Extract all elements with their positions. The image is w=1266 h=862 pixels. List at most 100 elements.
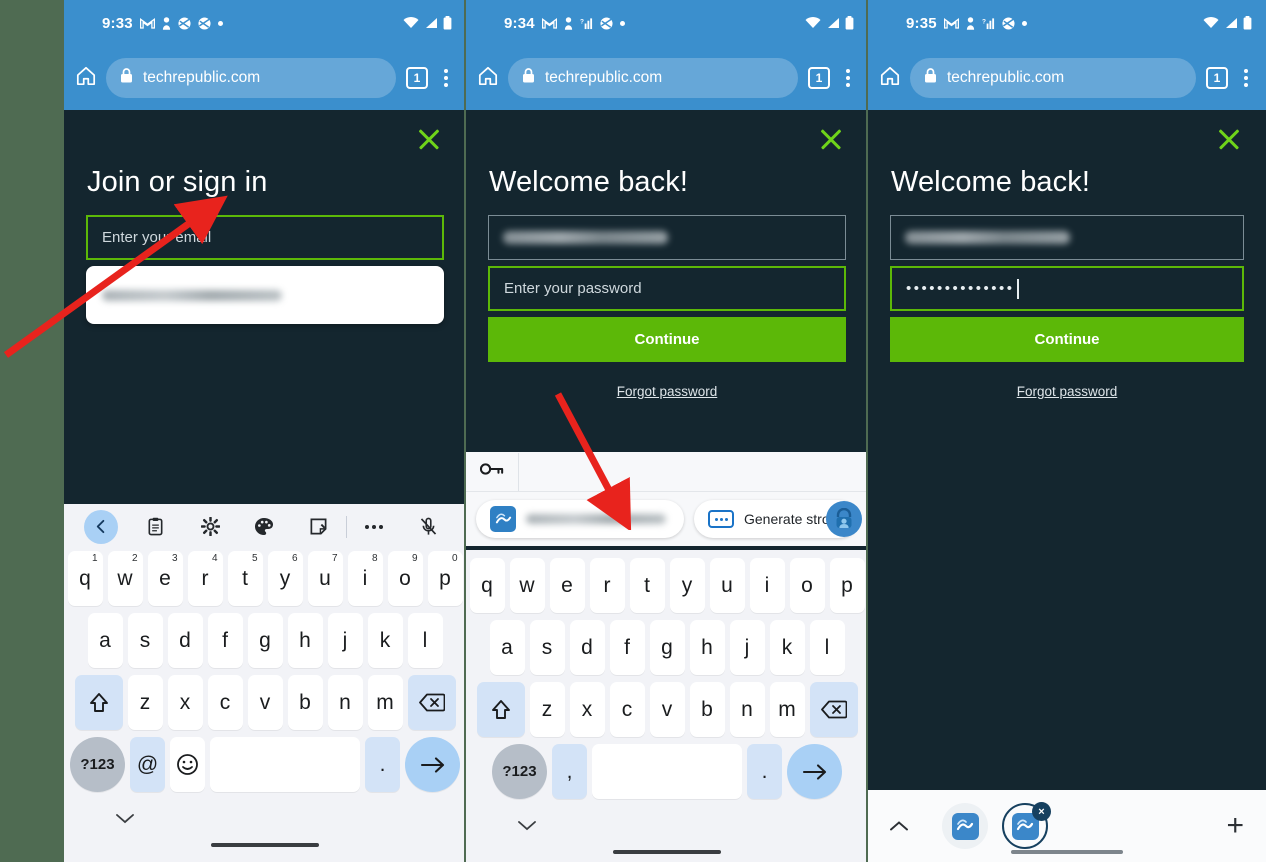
key-@[interactable]: @ [130,737,165,792]
close-icon[interactable] [816,124,846,154]
key-f[interactable]: f [609,620,645,675]
keyboard-back-button[interactable] [74,509,128,544]
key-z[interactable]: z [127,675,163,730]
email-input[interactable] [488,215,846,260]
key-o[interactable]: o [789,558,825,613]
key-e[interactable]: e [549,558,585,613]
key-b[interactable]: b [689,682,725,737]
key-x[interactable]: x [569,682,605,737]
key-i[interactable]: i [749,558,785,613]
key-j[interactable]: j [729,620,765,675]
key-u[interactable]: u [709,558,745,613]
key-z[interactable]: z [529,682,565,737]
key-l[interactable]: l [407,613,443,668]
home-icon[interactable] [76,66,96,91]
key-[interactable] [210,737,360,792]
password-app-shortcut-2-selected[interactable]: × [1002,802,1051,849]
key-n[interactable]: n [729,682,765,737]
key-[interactable] [592,744,742,799]
key-p[interactable]: p0 [427,551,463,606]
key-h[interactable]: h [689,620,725,675]
enter-key[interactable] [405,737,460,792]
key-p[interactable]: p [829,558,865,613]
address-bar[interactable]: techrepublic.com [910,58,1196,98]
remove-app-badge-icon[interactable]: × [1032,802,1051,821]
key-t[interactable]: t [629,558,665,613]
backspace-key[interactable] [809,682,858,737]
key-e[interactable]: e3 [147,551,183,606]
credential-suggestion-chip[interactable] [476,500,684,538]
key-g[interactable]: g [649,620,685,675]
clipboard-icon[interactable] [128,517,182,536]
key-a[interactable]: a [87,613,123,668]
chevron-up-icon[interactable] [890,816,908,836]
key-.[interactable]: . [747,744,782,799]
key-s[interactable]: s [529,620,565,675]
address-bar[interactable]: techrepublic.com [508,58,798,98]
key-f[interactable]: f [207,613,243,668]
autofill-suggestion-dropdown[interactable] [86,266,444,324]
key-v[interactable]: v [649,682,685,737]
key-q[interactable]: q1 [67,551,103,606]
add-app-button[interactable]: + [1226,811,1244,841]
key-r[interactable]: r4 [187,551,223,606]
email-input[interactable] [890,215,1244,260]
key-y[interactable]: y6 [267,551,303,606]
key-icon[interactable] [479,461,504,482]
home-icon[interactable] [478,66,498,91]
key-k[interactable]: k [367,613,403,668]
continue-button[interactable]: Continue [488,317,846,362]
close-icon[interactable] [414,124,444,154]
key-c[interactable]: c [609,682,645,737]
backspace-key[interactable] [407,675,456,730]
key-v[interactable]: v [247,675,283,730]
enter-key[interactable] [787,744,842,799]
forgot-password-link[interactable]: Forgot password [488,384,846,399]
key-,[interactable]: , [552,744,587,799]
key-a[interactable]: a [489,620,525,675]
tab-count-button[interactable]: 1 [808,67,830,89]
key-.[interactable]: . [365,737,400,792]
key-m[interactable]: m [367,675,403,730]
key-l[interactable]: l [809,620,845,675]
key-g[interactable]: g [247,613,283,668]
key-u[interactable]: u7 [307,551,343,606]
key-m[interactable]: m [769,682,805,737]
key-k[interactable]: k [769,620,805,675]
key-d[interactable]: d [167,613,203,668]
palette-icon[interactable] [237,517,291,536]
key-c[interactable]: c [207,675,243,730]
password-input[interactable]: Enter your password [488,266,846,311]
key-r[interactable]: r [589,558,625,613]
email-input[interactable]: Enter your email [86,215,444,260]
key-t[interactable]: t5 [227,551,263,606]
password-app-shortcut-1[interactable] [942,803,988,849]
chevron-down-icon[interactable] [518,818,536,836]
mic-off-icon[interactable] [402,517,456,536]
kebab-menu-icon[interactable] [840,67,856,89]
forgot-password-link[interactable]: Forgot password [890,384,1244,399]
continue-button[interactable]: Continue [890,317,1244,362]
kebab-menu-icon[interactable] [438,67,454,89]
chevron-down-icon[interactable] [116,811,134,829]
close-icon[interactable] [1214,124,1244,154]
tab-count-button[interactable]: 1 [1206,67,1228,89]
key-q[interactable]: q [469,558,505,613]
key-?123[interactable]: ?123 [70,737,125,792]
key-j[interactable]: j [327,613,363,668]
account-lock-icon[interactable] [826,501,862,537]
home-icon[interactable] [880,66,900,91]
address-bar[interactable]: techrepublic.com [106,58,396,98]
key-b[interactable]: b [287,675,323,730]
gear-icon[interactable] [183,517,237,536]
password-input[interactable]: •••••••••••••• [890,266,1244,311]
key-?123[interactable]: ?123 [492,744,547,799]
shift-key[interactable] [476,682,525,737]
kebab-menu-icon[interactable] [1238,67,1254,89]
tab-count-button[interactable]: 1 [406,67,428,89]
key-h[interactable]: h [287,613,323,668]
key-s[interactable]: s [127,613,163,668]
key-y[interactable]: y [669,558,705,613]
key-i[interactable]: i8 [347,551,383,606]
key-w[interactable]: w [509,558,545,613]
